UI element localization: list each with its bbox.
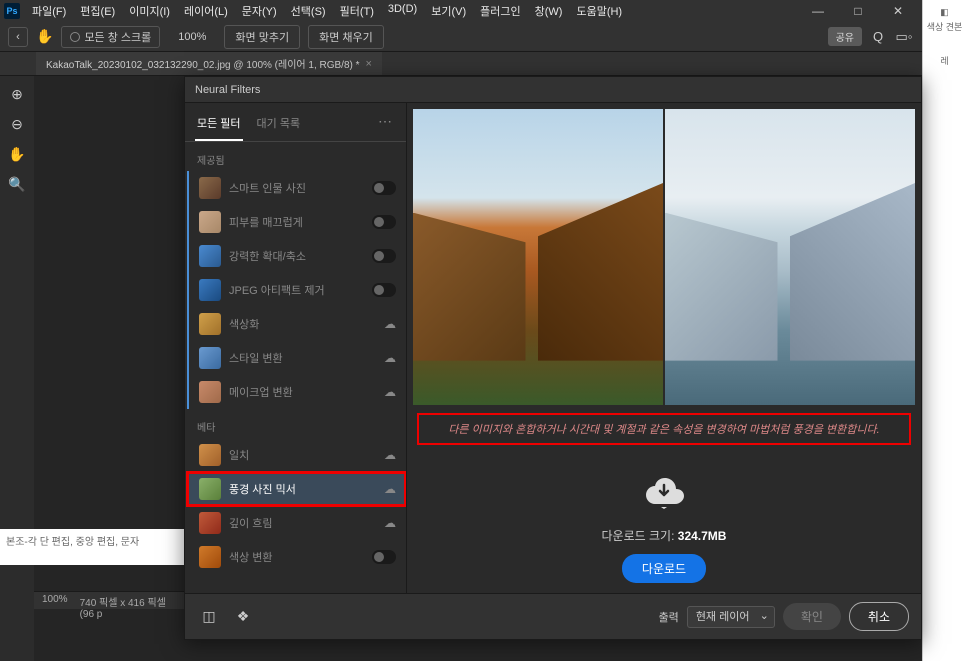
cloud-download-large-icon <box>644 475 684 517</box>
filter-thumbnail-icon <box>199 381 221 403</box>
panel-title: Neural Filters <box>185 77 921 103</box>
cloud-download-icon[interactable]: ☁ <box>384 385 396 399</box>
menu-3d[interactable]: 3D(D) <box>382 1 423 21</box>
section-beta-label: 베타 <box>185 409 406 438</box>
preview-before-image <box>413 109 663 405</box>
menu-layer[interactable]: 레이어(L) <box>178 1 234 21</box>
filter-makeup-transfer[interactable]: 메이크업 변환 ☁ <box>187 375 406 409</box>
filter-skin-smoothing[interactable]: 피부를 매끄럽게 <box>187 205 406 239</box>
hand-tool-icon[interactable]: ✋ <box>3 140 31 168</box>
filter-landscape-mixer[interactable]: 풍경 사진 믹서 ☁ <box>187 472 406 506</box>
minimize-button[interactable]: — <box>798 0 838 22</box>
cancel-button[interactable]: 취소 <box>849 602 909 631</box>
layers-icon[interactable]: ❖ <box>231 605 255 629</box>
close-button[interactable]: ✕ <box>878 0 918 22</box>
preview-comparison <box>407 103 921 411</box>
document-title: KakaoTalk_20230102_032132290_02.jpg @ 10… <box>46 56 360 71</box>
filter-thumbnail-icon <box>199 211 221 233</box>
status-bar: 100% 740 픽셀 x 416 픽셀 (96 p <box>34 591 184 609</box>
output-label: 출력 <box>659 609 679 625</box>
menu-view[interactable]: 보기(V) <box>425 1 472 21</box>
menu-window[interactable]: 창(W) <box>529 1 569 21</box>
filter-thumbnail-icon <box>199 546 221 568</box>
menu-help[interactable]: 도움말(H) <box>570 1 628 21</box>
cloud-download-icon[interactable]: ☁ <box>384 448 396 462</box>
toggle-switch[interactable] <box>372 249 396 263</box>
swatches-panel-icon[interactable]: ◧색상 견본 <box>923 0 966 40</box>
back-button[interactable]: ‹ <box>8 27 28 47</box>
filter-sidebar: 모든 필터 대기 목록 ⋯ 제공됨 스마트 인물 사진 피부를 매끄럽게 강력한… <box>185 103 407 593</box>
filter-smart-portrait[interactable]: 스마트 인물 사진 <box>187 171 406 205</box>
share-button[interactable]: 공유 <box>828 27 862 46</box>
right-collapsed-panels: ◧색상 견본 레 <box>922 0 966 661</box>
filter-colorize[interactable]: 색상화 ☁ <box>187 307 406 341</box>
menu-file[interactable]: 파일(F) <box>26 1 72 21</box>
fill-screen-button[interactable]: 화면 채우기 <box>308 25 384 49</box>
tab-all-filters[interactable]: 모든 필터 <box>195 109 243 141</box>
download-button[interactable]: 다운로드 <box>622 554 706 583</box>
cloud-download-icon[interactable]: ☁ <box>384 516 396 530</box>
filter-style-transfer[interactable]: 스타일 변환 ☁ <box>187 341 406 375</box>
toggle-switch[interactable] <box>372 550 396 564</box>
ok-button[interactable]: 확인 <box>783 603 841 630</box>
photoshop-icon: Ps <box>4 3 20 19</box>
menu-select[interactable]: 선택(S) <box>285 1 332 21</box>
filter-detail-area: 다른 이미지와 혼합하거나 시간대 및 계절과 같은 속성을 변경하여 마법처럼… <box>407 103 921 593</box>
menu-image[interactable]: 이미지(I) <box>123 1 176 21</box>
output-select[interactable]: 현재 레이어 <box>687 606 775 628</box>
hand-tool-icon: ✋ <box>36 28 53 45</box>
filter-depth-blur[interactable]: 깊이 흐림 ☁ <box>187 506 406 540</box>
close-tab-icon[interactable]: × <box>366 58 372 70</box>
status-dimensions: 740 픽셀 x 416 픽셀 (96 p <box>80 594 176 607</box>
external-panel-fragment: 본조-각 단 편집, 중앙 편집, 문자 <box>0 529 184 565</box>
menu-bar: 파일(F) 편집(E) 이미지(I) 레이어(L) 문자(Y) 선택(S) 필터… <box>26 1 798 21</box>
zoom-level[interactable]: 100% <box>168 29 216 45</box>
toggle-switch[interactable] <box>372 283 396 297</box>
preview-after-image <box>665 109 915 405</box>
fit-screen-button[interactable]: 화면 맞추기 <box>224 25 300 49</box>
status-zoom: 100% <box>42 594 68 607</box>
more-options-icon[interactable]: ⋯ <box>374 109 396 141</box>
menu-edit[interactable]: 편집(E) <box>74 1 121 21</box>
filter-description: 다른 이미지와 혼합하거나 시간대 및 계절과 같은 속성을 변경하여 마법처럼… <box>417 413 911 445</box>
zoom-in-tool-icon[interactable]: ⊕ <box>3 80 31 108</box>
workspace-icon[interactable]: ▭◦ <box>894 27 914 47</box>
preview-layout-icon[interactable]: ◫ <box>197 605 221 629</box>
scroll-all-windows-checkbox[interactable]: 모든 창 스크롤 <box>61 26 160 48</box>
filter-color-transfer[interactable]: 색상 변환 <box>187 540 406 574</box>
section-featured-label: 제공됨 <box>185 142 406 171</box>
neural-filters-panel: Neural Filters 모든 필터 대기 목록 ⋯ 제공됨 스마트 인물 … <box>184 76 922 640</box>
filter-harmonization[interactable]: 일치 ☁ <box>187 438 406 472</box>
filter-thumbnail-icon <box>199 347 221 369</box>
menu-filter[interactable]: 필터(T) <box>334 1 380 21</box>
document-tab[interactable]: KakaoTalk_20230102_032132290_02.jpg @ 10… <box>36 52 382 75</box>
filter-thumbnail-icon <box>199 478 221 500</box>
cloud-download-icon[interactable]: ☁ <box>384 317 396 331</box>
layers-panel-icon[interactable]: 레 <box>923 40 966 80</box>
filter-thumbnail-icon <box>199 245 221 267</box>
filter-thumbnail-icon <box>199 512 221 534</box>
filter-super-zoom[interactable]: 강력한 확대/축소 <box>187 239 406 273</box>
filter-jpeg-artifacts[interactable]: JPEG 아티팩트 제거 <box>187 273 406 307</box>
tools-panel: ⊕ ⊖ ✋ 🔍 <box>0 76 34 661</box>
toggle-switch[interactable] <box>372 181 396 195</box>
download-size-label: 다운로드 크기: 324.7MB <box>602 527 727 544</box>
maximize-button[interactable]: □ <box>838 0 878 22</box>
cloud-download-icon[interactable]: ☁ <box>384 351 396 365</box>
menu-text[interactable]: 문자(Y) <box>236 1 283 21</box>
tab-waitlist[interactable]: 대기 목록 <box>255 109 303 141</box>
cloud-download-icon[interactable]: ☁ <box>384 482 396 496</box>
filter-thumbnail-icon <box>199 313 221 335</box>
toggle-switch[interactable] <box>372 215 396 229</box>
filter-thumbnail-icon <box>199 444 221 466</box>
magnify-tool-icon[interactable]: 🔍 <box>3 170 31 198</box>
menu-plugin[interactable]: 플러그인 <box>474 1 526 21</box>
filter-thumbnail-icon <box>199 279 221 301</box>
search-icon[interactable]: Q <box>868 27 888 47</box>
zoom-out-tool-icon[interactable]: ⊖ <box>3 110 31 138</box>
filter-thumbnail-icon <box>199 177 221 199</box>
